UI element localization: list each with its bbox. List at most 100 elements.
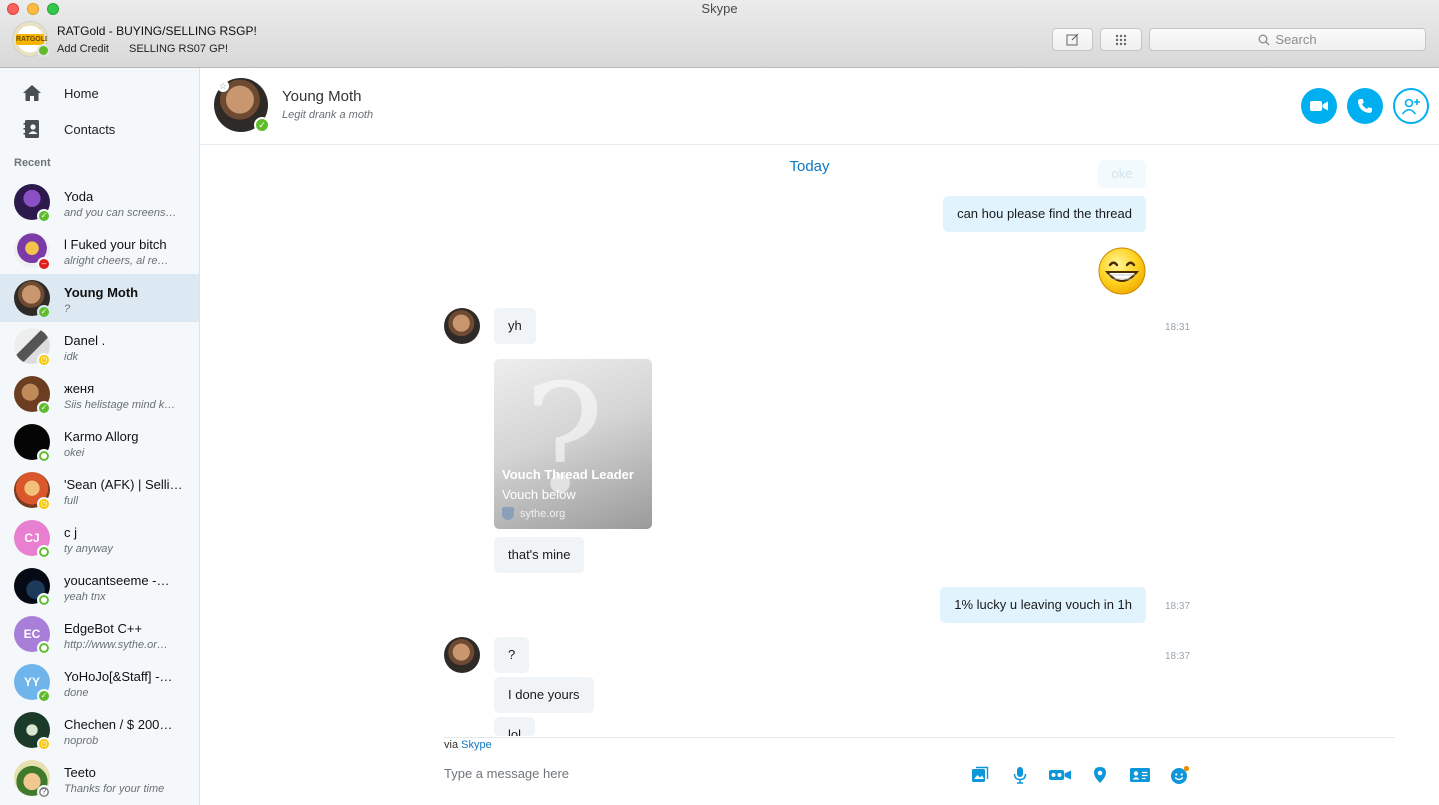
via-prefix: via [444,739,459,751]
status-offline-icon [37,449,51,463]
profile-status-online-icon [37,44,50,57]
contact-item[interactable]: ✓ женя Siis helistage mind k… [0,370,199,418]
status-offline-icon [37,641,51,655]
contact-item[interactable]: ✓ Yoda and you can screens… [0,178,199,226]
send-contact-button[interactable] [1129,764,1151,786]
contact-name: EdgeBot C++ [64,621,143,636]
emoticons-button[interactable] [1169,764,1191,786]
contact-item[interactable]: ◷ Chechen / $ 200… noprob [0,706,199,754]
send-image-button[interactable] [969,764,991,786]
search-icon [1258,34,1270,45]
sidebar-item-contacts-label: Contacts [64,121,116,137]
contact-item[interactable]: EC EdgeBot C++ http://www.sythe.or… [0,610,199,658]
incoming-message[interactable]: that's mine [494,537,585,573]
video-message-button[interactable] [1049,764,1071,786]
message-composer: via Skype [200,736,1439,805]
add-credit-link[interactable]: Add Credit [57,43,109,55]
contact-last-message: http://www.sythe.or… [64,639,168,651]
search-box[interactable]: Search [1149,28,1426,51]
dialpad-icon [1115,34,1127,45]
contact-name: 'Sean (AFK) | Selli… [64,477,183,492]
contact-last-message: Siis helistage mind k… [64,399,176,411]
day-separator: Today [789,158,830,175]
message-timestamp: 18:37 [1165,651,1191,662]
contact-item[interactable]: CJ c j ty anyway [0,514,199,562]
search-placeholder: Search [1275,32,1317,47]
outgoing-message[interactable]: 1% lucky u leaving vouch in 1h [940,587,1146,623]
outgoing-message[interactable]: can hou please find the thread [943,196,1146,232]
contact-item[interactable]: youcantseeme -… yeah tnx [0,562,199,610]
sidebar: Home Contacts Recent ✓ Yoda and you can … [0,68,200,805]
link-preview-title: Vouch Thread Leader [502,467,634,482]
contact-last-message: and you can screens… [64,207,177,219]
image-icon [972,766,989,782]
contact-last-message: yeah tnx [64,591,106,603]
smiley-icon [1171,765,1190,784]
contact-item-selected[interactable]: ✓ Young Moth ? [0,274,199,322]
profile-mood[interactable]: SELLING RS07 GP! [129,43,228,55]
chat-contact-mood: Legit drank a moth [282,109,374,121]
contact-name: Young Moth [64,285,139,300]
status-online-icon: ✓ [37,689,51,703]
add-people-button[interactable] [1393,88,1429,124]
sender-avatar[interactable] [444,308,480,344]
contact-name: женя [64,381,95,396]
contact-item[interactable]: YY ✓ YoHoJo[&Staff] -… done [0,658,199,706]
contact-item[interactable]: Karmo Allorg okei [0,418,199,466]
favorite-star-icon[interactable]: ☆ [217,80,229,92]
phone-icon [1358,99,1372,113]
contact-name: Chechen / $ 200… [64,717,173,732]
voice-message-button[interactable] [1009,764,1031,786]
profile-name[interactable]: RATGold - BUYING/SELLING RSGP! [57,24,257,38]
composer-divider [444,737,1395,738]
contact-last-message: idk [64,351,79,363]
status-dnd-icon: – [37,257,51,271]
contact-item[interactable]: – l Fuked your bitch alright cheers, al … [0,226,199,274]
sender-avatar[interactable] [444,637,480,673]
faded-message-bubble: oke [1098,160,1146,188]
contact-item[interactable]: ◷ 'Sean (AFK) | Selli… full [0,466,199,514]
dialpad-button[interactable] [1100,28,1142,51]
contact-item[interactable]: ? Teeto Thanks for your time [0,754,199,802]
contact-last-message: okei [64,447,85,459]
status-offline-icon [37,545,51,559]
microphone-icon [1013,767,1027,784]
incoming-message[interactable]: I done yours [494,677,594,713]
contact-last-message: full [64,495,79,507]
incoming-message[interactable]: lol [494,717,536,736]
message-timestamp: 18:37 [1165,601,1191,612]
contact-last-message: done [64,687,89,699]
status-online-icon: ✓ [37,209,51,223]
link-preview-card[interactable]: ? Vouch Thread Leader Vouch below sythe.… [494,359,652,529]
audio-call-button[interactable] [1347,88,1383,124]
status-offline-icon [37,593,51,607]
chat-contact-name[interactable]: Young Moth [282,88,362,105]
contact-name: Karmo Allorg [64,429,139,444]
status-online-icon: ✓ [37,401,51,415]
video-camera-icon [1310,101,1328,111]
contact-last-message: alright cheers, al re… [64,255,169,267]
video-message-icon [1049,770,1071,780]
status-away-icon: ◷ [37,737,51,751]
contacts-book-icon [23,120,39,138]
contact-item[interactable]: ◷ Danel . idk [0,322,199,370]
incoming-message[interactable]: ? [494,637,530,673]
contact-name: youcantseeme -… [64,573,170,588]
add-person-icon [1401,98,1420,115]
message-input[interactable] [444,763,944,783]
contact-name: Danel . [64,333,106,348]
share-location-button[interactable] [1089,764,1111,786]
chat-header: ☆ ✓ Young Moth Legit drank a moth [200,68,1439,145]
sidebar-item-contacts[interactable]: Contacts [0,113,200,145]
sidebar-item-home-label: Home [64,85,99,101]
via-label: via Skype [444,739,492,751]
link-preview-description: Vouch below [502,487,576,502]
video-call-button[interactable] [1301,88,1337,124]
site-shield-icon [502,507,514,520]
contact-last-message: ty anyway [64,543,113,555]
via-skype-link[interactable]: Skype [461,739,492,751]
incoming-message[interactable]: yh [494,308,536,344]
sidebar-item-home[interactable]: Home [0,77,200,109]
recent-section-label: Recent [14,157,51,169]
new-conversation-button[interactable] [1052,28,1093,51]
